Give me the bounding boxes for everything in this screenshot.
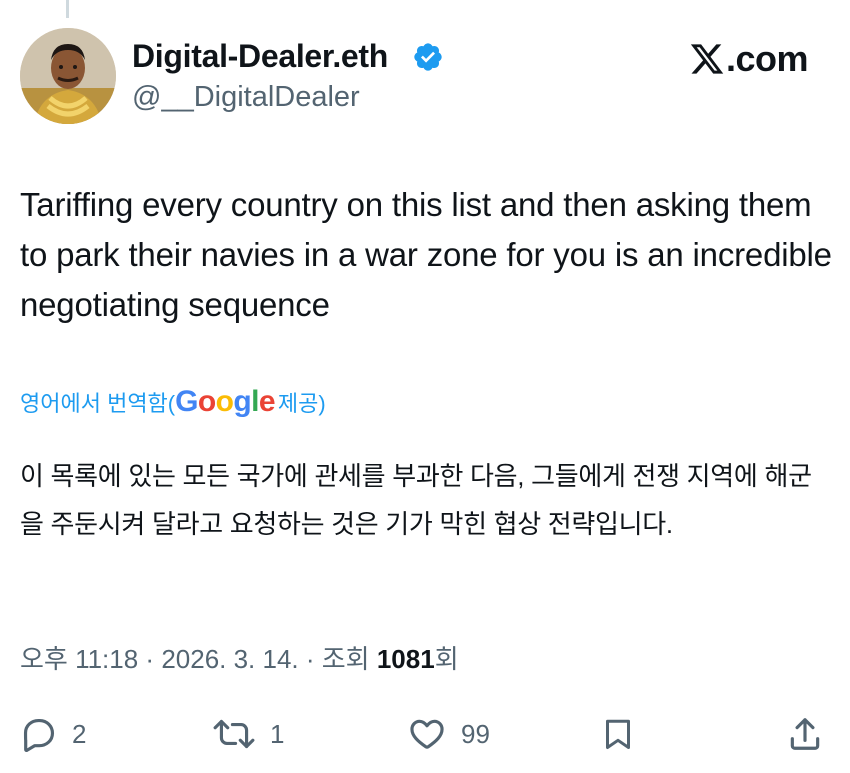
thread-connector-line [66,0,69,18]
views-count: 1081 [376,644,435,674]
like-count: 99 [461,718,490,749]
tweet-card: Digital-Dealer.eth @__DigitalDealer .com… [0,0,850,773]
tweet-text: Tariffing every country on this list and… [20,186,832,323]
tweet-date[interactable]: 2026. 3. 14. [161,644,298,674]
repost-count: 1 [270,718,285,749]
author-display-name[interactable]: Digital-Dealer.eth [132,38,388,75]
translation-suffix: 제공) [277,391,326,416]
reply-count: 2 [72,718,87,749]
x-brand-watermark: .com [689,38,809,80]
heart-icon [410,719,444,749]
bookmark-icon [606,719,630,749]
author-handle[interactable]: @__DigitalDealer [132,81,360,114]
repost-icon [213,719,255,749]
meta-separator: · [138,644,162,674]
translation-label: 영어에서 번역함( [20,391,176,416]
avatar[interactable] [20,28,116,124]
meta-separator-2: · [298,644,322,674]
views-suffix: 회 [434,644,459,674]
brand-domain-label: .com [725,38,809,79]
tweet-metadata: 오후 11:18 · 2026. 3. 14. · 조회 1081회 [20,639,459,676]
share-icon [790,718,820,750]
x-logo-icon [690,44,724,74]
bookmark-button[interactable] [600,712,636,756]
views-label: 조회 [321,644,377,674]
like-button[interactable]: 99 [407,712,490,756]
reply-icon [23,718,55,753]
share-button[interactable] [786,712,824,756]
verified-badge-icon [414,43,442,71]
google-logo: Google [175,385,275,418]
translation-attribution[interactable]: 영어에서 번역함( Google 제공) [20,385,326,419]
repost-button[interactable]: 1 [212,712,284,756]
tweet-time[interactable]: 오후 11:18 [20,644,138,674]
avatar-image [20,28,116,124]
translated-text: 이 목록에 있는 모든 국가에 관세를 부과한 다음, 그들에게 전쟁 지역에 … [20,461,812,539]
reply-button[interactable]: 2 [20,712,86,756]
